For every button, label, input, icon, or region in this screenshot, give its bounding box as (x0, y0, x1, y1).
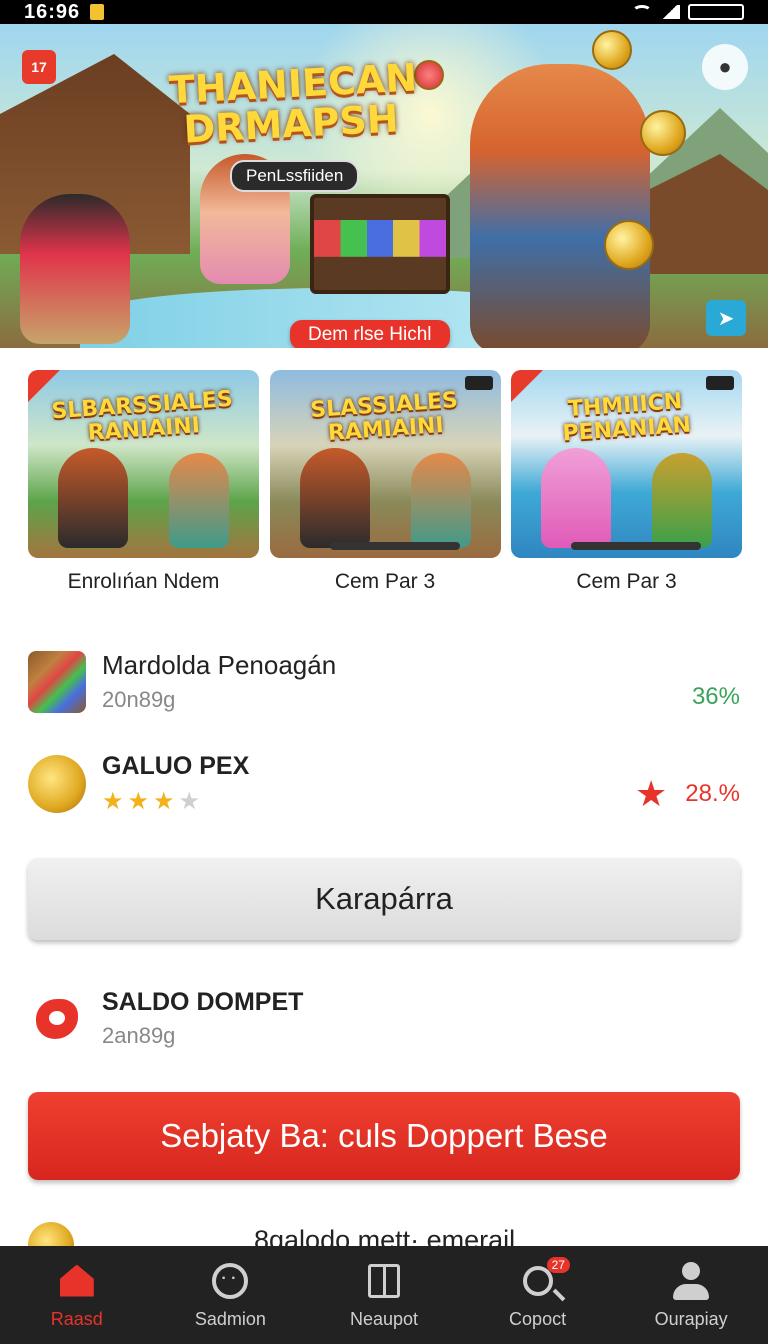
coin-avatar-icon (28, 755, 86, 813)
game-card[interactable]: THMIIICN PENANIAN Cem Par 3 (511, 370, 742, 600)
battery-icon (688, 4, 744, 20)
game-character (169, 453, 229, 548)
list-item-text: SALDO DOMPET 2an89g (102, 988, 303, 1049)
list-item-text: GALUO PEX ★ ★ ★ ★ (102, 752, 249, 816)
game-character (652, 453, 712, 548)
nav-label: Copoct (509, 1308, 567, 1329)
banner-character-heroine (470, 64, 650, 348)
wallet-amount: 2an89g (102, 1023, 176, 1048)
bottom-nav: Raasd Sadmion Neaupot 27 Copoct Ourapiay (0, 1246, 768, 1344)
sim-icon (90, 4, 105, 20)
secondary-button[interactable]: Karapárra (28, 858, 740, 940)
game-thumb-title: SLASSIALES RAMIAINI (309, 387, 459, 446)
list-item-title: GALUO PEX (102, 752, 250, 780)
book-icon (364, 1261, 404, 1301)
game-card[interactable]: SLASSIALES RAMIAINI Cem Par 3 (269, 370, 501, 600)
treasure-chest-icon (28, 650, 86, 713)
coin-icon (592, 30, 632, 70)
game-thumbnail[interactable]: THMIIICN PENANIAN (511, 370, 742, 558)
list-item-title: Mardolda Penoagán (102, 650, 337, 680)
game-character (541, 448, 611, 548)
share-icon[interactable]: ➤ (706, 300, 746, 336)
banner-subtitle-pill: PenLssfiiden (230, 160, 360, 192)
game-character (299, 448, 370, 548)
hero-banner[interactable]: THANIECAN DRMAPSH PenLssfiiden Dem rlse … (0, 24, 768, 348)
star-icon: ★ (635, 773, 668, 814)
nav-label: Sadmion (194, 1308, 266, 1329)
game-character (58, 448, 128, 548)
list-item-percent: 36% (691, 682, 740, 710)
game-card[interactable]: SLBARSSIALES RANIAINI Enrolıńan Ndem (28, 370, 259, 600)
status-bar: 16:96 (0, 0, 768, 24)
progress-bar (329, 542, 460, 550)
nav-item-chat[interactable]: Sadmion (155, 1261, 305, 1330)
home-icon (57, 1261, 97, 1301)
coin-icon (604, 220, 654, 270)
nav-label: Ourapiay (654, 1308, 728, 1329)
list-item-right: ★ 28.% (635, 773, 740, 815)
game-thumbnail[interactable]: SLBARSSIALES RANIAINI (28, 370, 259, 558)
gem-icon (414, 60, 444, 90)
game-character (410, 453, 471, 548)
star-rating: ★ ★ ★ ★ (102, 787, 249, 816)
game-thumb-title: THMIIICN PENANIAN (561, 389, 692, 447)
user-icon (671, 1261, 711, 1301)
nav-item-home[interactable]: Raasd (2, 1261, 152, 1330)
banner-treasure-chest (310, 194, 450, 294)
banner-character-girl (20, 194, 130, 344)
wallet-balance-item[interactable]: SALDO DOMPET 2an89g (28, 988, 740, 1049)
wallet-icon (28, 990, 86, 1048)
wifi-icon (632, 5, 652, 19)
signal-icon (660, 5, 680, 19)
list-item-text: Mardolda Penoagán 20n89g (102, 650, 336, 713)
banner-title: THANIECAN DRMAPSH (167, 55, 419, 152)
hot-corner-icon (28, 370, 60, 402)
notification-badge: 27 (546, 1256, 570, 1273)
list-item-subtitle: 20n89g (102, 687, 176, 712)
nav-item-book[interactable]: Neaupot (309, 1261, 459, 1330)
list-item[interactable]: GALUO PEX ★ ★ ★ ★ ★ 28.% (28, 752, 740, 816)
star-icon: ★ (127, 788, 150, 815)
game-card-label[interactable]: Cem Par 3 (270, 570, 501, 594)
game-card-label[interactable]: Cem Par 3 (511, 570, 742, 594)
star-icon: ★ (102, 788, 124, 815)
chat-icon (210, 1261, 250, 1301)
hot-corner-icon (511, 370, 543, 402)
nav-item-profile[interactable]: Ourapiay (616, 1261, 766, 1330)
list-item-percent: 28.% (685, 780, 740, 807)
star-icon: ★ (153, 788, 175, 815)
banner-chat-button[interactable]: ● (702, 44, 748, 90)
game-thumbnail[interactable]: SLASSIALES RAMIAINI (269, 370, 501, 558)
status-time: 16:96 (24, 0, 81, 23)
wallet-title: SALDO DOMPET (102, 988, 304, 1016)
progress-bar (571, 542, 701, 550)
status-icons (632, 4, 744, 20)
star-empty-icon: ★ (178, 788, 201, 815)
nav-label: Raasd (50, 1308, 103, 1329)
list-item[interactable]: Mardolda Penoagán 20n89g 36% (28, 650, 740, 713)
coin-icon (640, 110, 686, 156)
nav-item-search[interactable]: 27 Copoct (463, 1256, 613, 1330)
banner-flag-icon: 17 (22, 50, 56, 84)
primary-button[interactable]: Sebjaty Ba: culs Doppert Bese (28, 1092, 740, 1180)
game-cards: SLBARSSIALES RANIAINI Enrolıńan Ndem SLA… (28, 370, 742, 600)
game-thumb-title: SLBARSSIALES RANIAINI (50, 386, 234, 446)
banner-demo-button[interactable]: Dem rlse Hichl (290, 320, 450, 348)
nav-label: Neaupot (349, 1308, 419, 1329)
game-card-label[interactable]: Enrolıńan Ndem (28, 570, 259, 594)
